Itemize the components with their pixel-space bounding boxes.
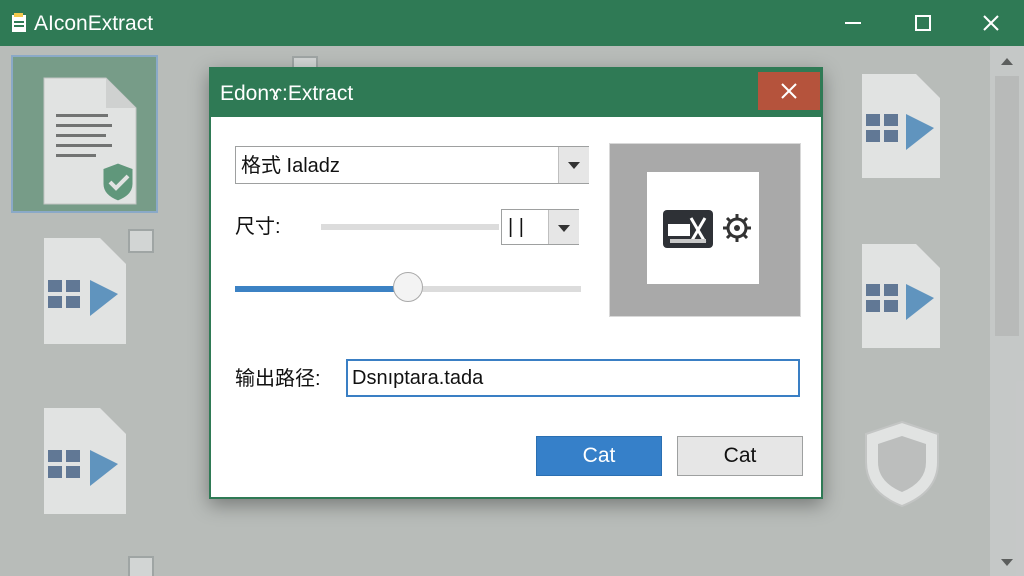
icon-preview (609, 143, 801, 317)
chevron-down-icon (558, 225, 570, 232)
dialog-title: Edonɤ:Extract (220, 82, 354, 105)
output-path-label: 输出路径: (235, 368, 321, 390)
format-select[interactable]: 格式 Ialadz (235, 146, 589, 184)
output-path-input[interactable] (346, 359, 800, 397)
window-titlebar: AIconExtract (0, 0, 1024, 46)
dialog-close-button[interactable] (758, 72, 820, 110)
format-select-value: 格式 Ialadz (241, 155, 340, 177)
app-document-icon (11, 12, 29, 34)
size-slider[interactable] (235, 272, 581, 302)
close-button[interactable] (968, 6, 1014, 40)
format-dropdown-button[interactable] (558, 147, 589, 183)
secondary-button[interactable]: Cat (677, 436, 803, 476)
minimize-button[interactable] (830, 6, 876, 40)
slider-fill (235, 286, 408, 292)
close-icon (983, 15, 999, 31)
size-select[interactable]: | | (501, 209, 579, 245)
maximize-icon (915, 15, 931, 31)
maximize-button[interactable] (900, 6, 946, 40)
image-icon (663, 210, 713, 248)
size-label: 尺寸: (235, 216, 281, 238)
preview-canvas (647, 172, 759, 284)
extract-dialog: Edonɤ:Extract 格式 Ialadz 尺寸: | | 输出路径: Ds… (209, 67, 823, 499)
size-track (321, 224, 499, 230)
chevron-down-icon (568, 162, 580, 169)
dialog-titlebar: Edonɤ:Extract (211, 69, 821, 117)
minimize-icon (845, 22, 861, 24)
slider-thumb[interactable] (393, 272, 423, 302)
primary-button[interactable]: Cat (536, 436, 662, 476)
app-title: AIconExtract (34, 12, 154, 35)
size-select-value: | | (508, 216, 524, 238)
size-dropdown-button[interactable] (548, 210, 579, 244)
close-icon (781, 83, 797, 99)
gear-icon (723, 214, 751, 242)
